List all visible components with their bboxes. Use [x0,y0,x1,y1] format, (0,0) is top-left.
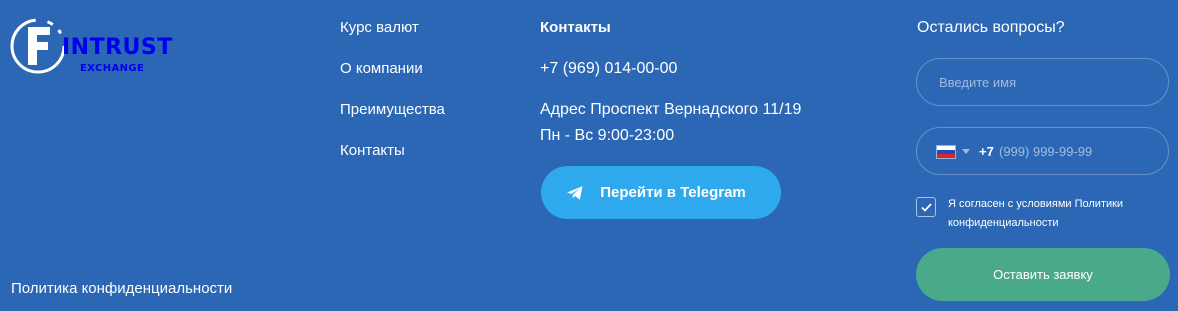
name-input[interactable] [937,59,1148,105]
contact-address: Адрес Проспект Вернадского 11/19 [540,101,802,118]
contact-hours: Пн - Вс 9:00-23:00 [540,127,675,144]
phone-field: +7 [916,127,1169,175]
logo-mark-icon [10,18,66,74]
contacts-block: Контакты +7 (969) 014-00-00 Адрес Проспе… [540,18,840,144]
submit-button[interactable]: Оставить заявку [916,248,1170,301]
logo-wordmark: INTRUST [62,35,173,60]
form-title: Остались вопросы? [917,19,1065,36]
telegram-button[interactable]: Перейти в Telegram [541,166,781,219]
footer-nav: Курс валют О компании Преимущества Конта… [340,18,445,182]
name-field [916,58,1169,106]
nav-link-rates[interactable]: Курс валют [340,18,445,38]
telegram-icon [567,185,583,200]
contacts-heading: Контакты [540,19,611,36]
nav-link-contacts[interactable]: Контакты [340,141,445,161]
ru-flag-icon[interactable] [936,145,956,159]
logo-subtitle: EXCHANGE [80,63,145,74]
logo[interactable]: INTRUST EXCHANGE [10,13,210,83]
consent-checkbox[interactable] [916,197,936,217]
checkmark-icon [920,202,932,212]
nav-link-about[interactable]: О компании [340,59,445,79]
caret-down-icon[interactable] [962,149,970,154]
consent-text: Я согласен с условиями Политики конфиден… [948,198,1124,229]
contact-phone-link[interactable]: +7 (969) 014-00-00 [540,59,677,79]
dial-code: +7 [979,144,994,159]
privacy-policy-link[interactable]: Политика конфиденциальности [11,279,232,299]
telegram-button-label: Перейти в Telegram [600,184,746,201]
phone-input[interactable] [997,128,1152,174]
footer: INTRUST EXCHANGE Курс валют О компании П… [0,0,1178,311]
nav-link-advantages[interactable]: Преимущества [340,100,445,120]
